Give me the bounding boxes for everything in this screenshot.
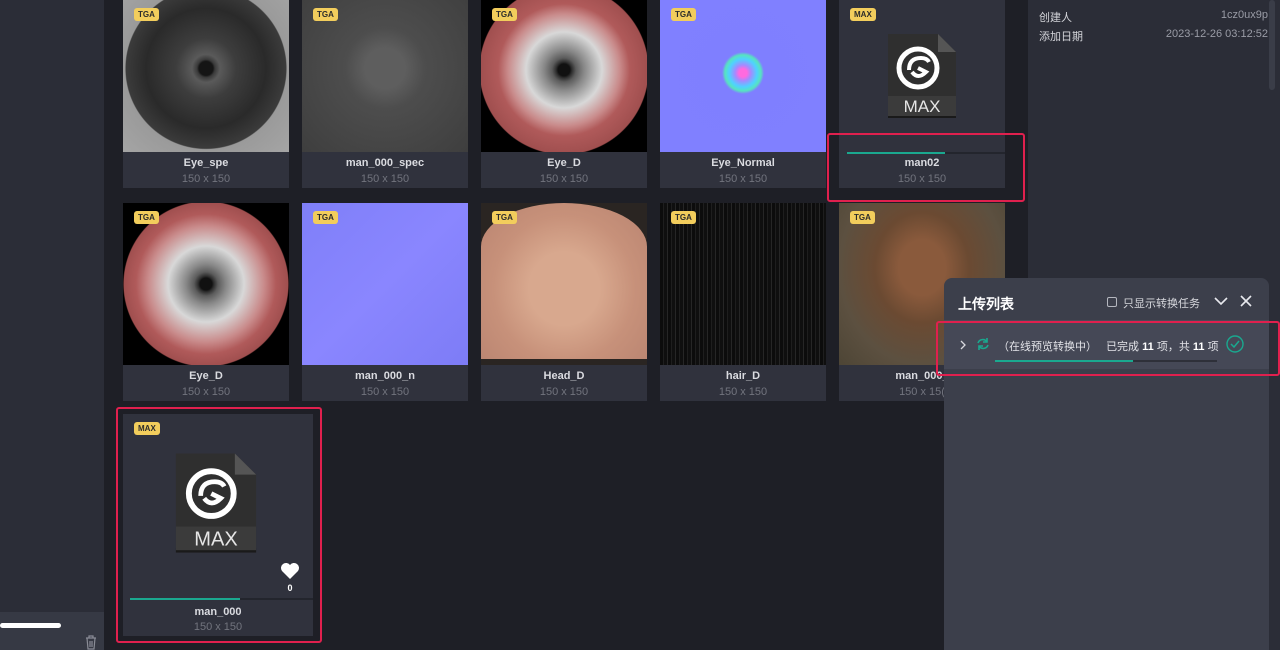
asset-thumbnail [481,203,647,365]
max-file-icon: MAX [888,34,956,118]
asset-dimensions: 150 x 150 [360,386,410,398]
asset-thumbnail [302,203,468,365]
upload-panel-title: 上传列表 [958,296,1014,312]
asset-card[interactable]: TGA Eye_Normal 150 x 150 [660,0,826,188]
highlight-man02 [827,133,1025,202]
asset-card[interactable]: TGA man_000_n 150 x 150 [302,203,468,401]
asset-card[interactable]: TGA Eye_spe 150 x 150 [123,0,289,188]
asset-name: Eye_D [189,370,223,382]
asset-thumbnail [481,0,647,152]
asset-card[interactable]: TGA Eye_D 150 x 150 [123,203,289,401]
asset-card[interactable]: TGA hair_D 150 x 150 [660,203,826,401]
format-badge: TGA [492,8,517,21]
highlight-man000 [116,407,322,643]
format-badge: TGA [134,211,159,224]
format-badge: TGA [850,211,875,224]
sidebar [0,0,104,650]
filter-checkbox[interactable] [1107,297,1117,307]
asset-dimensions: 150 x 150 [539,173,589,185]
asset-thumbnail [123,203,289,365]
asset-name: Eye_spe [183,157,229,169]
asset-card[interactable]: TGA man_000_spec 150 x 150 [302,0,468,188]
format-badge: TGA [671,211,696,224]
sidebar-storage-bar [0,623,61,628]
asset-name: Eye_D [547,157,581,169]
info-date-row: 添加日期 2023-12-26 03:12:52 [1039,28,1268,44]
info-date-label: 添加日期 [1039,31,1083,43]
asset-dimensions: 150 x 150 [539,386,589,398]
asset-dimensions: 150 x 150 [360,173,410,185]
filter-checkbox-label[interactable]: 只显示转换任务 [1123,295,1200,311]
asset-card[interactable]: TGA Eye_D 150 x 150 [481,0,647,188]
format-badge: TGA [313,8,338,21]
asset-dimensions: 150 x 150 [718,386,768,398]
asset-card[interactable]: TGA Head_D 150 x 150 [481,203,647,401]
asset-thumbnail [123,0,289,152]
close-icon[interactable] [1240,295,1252,307]
asset-dimensions: 150 x 150 [718,173,768,185]
trash-icon[interactable] [84,634,98,650]
asset-thumbnail: MAX [839,0,1005,152]
info-date-value: 2023-12-26 03:12:52 [1165,28,1268,40]
asset-name: hair_D [725,370,761,382]
info-creator-label: 创建人 [1039,12,1072,24]
info-scrollbar[interactable] [1269,0,1275,90]
format-badge: TGA [313,211,338,224]
format-badge: MAX [850,8,876,21]
asset-name: man_000_spec [345,157,425,169]
app-window: TGA Eye_spe 150 x 150 TGA man_000_spec 1… [0,0,1280,650]
format-badge: TGA [492,211,517,224]
format-badge: TGA [671,8,696,21]
max-file-label: MAX [904,97,941,116]
asset-thumbnail [660,203,826,365]
info-creator-value: 1cz0ux9p [1220,9,1268,21]
format-badge: TGA [134,8,159,21]
asset-name: Eye_Normal [711,157,775,169]
asset-name: man_000_n [355,370,415,382]
asset-grid: TGA Eye_spe 150 x 150 TGA man_000_spec 1… [106,0,1028,650]
asset-name: Head_D [543,370,585,382]
info-creator-row: 创建人 1cz0ux9p [1039,9,1268,25]
asset-dimensions: 150 x 150 [181,173,231,185]
highlight-upload-task [936,321,1280,376]
asset-thumbnail [660,0,826,152]
asset-dimensions: 150 x 150 [181,386,231,398]
chevron-down-icon[interactable] [1214,295,1228,307]
asset-thumbnail [302,0,468,152]
